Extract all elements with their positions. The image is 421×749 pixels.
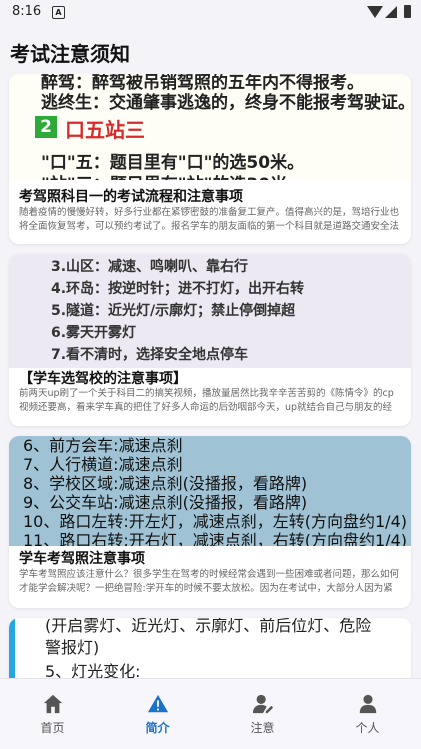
article-title[interactable]: 【学车选驾校的注意事项】 (19, 368, 187, 388)
article-summary: 随着疫情的慢慢好转，好多行业都在紧锣密鼓的准备复工复产。值得高兴的是，驾培行业也… (19, 207, 400, 232)
person-icon (359, 694, 377, 714)
article-title[interactable]: 考驾照科目一的考试流程和注意事项 (19, 186, 243, 206)
tab-label: 简介 (145, 721, 170, 735)
thumb-text-line: 3.山区：减速、鸣喇叭、靠右行 (51, 259, 249, 275)
tab-notes[interactable]: 注意 (210, 679, 315, 749)
article-thumbnail: (开启雾灯、近光灯、示廓灯、前后位灯、危险 警报灯) 5、灯光变化: (9, 618, 411, 678)
thumb-text-line: 11、路口右转:开右灯，减速点刹，右转(方向盘约1/4) (23, 531, 407, 546)
battery-icon (404, 5, 411, 18)
article-thumbnail: 3.山区：减速、鸣喇叭、靠右行 4.环岛：按逆时针；进不打灯，出开右转 5.隧道… (9, 254, 411, 368)
article-card[interactable]: 3.山区：减速、鸣喇叭、靠右行 4.环岛：按逆时针；进不打灯，出开右转 5.隧道… (9, 254, 411, 426)
thumb-text-line: 5、灯光变化: (45, 662, 141, 678)
home-icon (43, 694, 63, 714)
notification-icon: A (52, 6, 65, 19)
section-number-badge: 2 (35, 116, 57, 138)
tab-intro[interactable]: 简介 (105, 679, 210, 749)
article-title[interactable]: 学车考驾照注意事项 (19, 548, 145, 568)
thumb-text-line: 4.环岛：按逆时针；进不打灯，出开右转 (51, 281, 305, 297)
warning-icon (147, 694, 169, 713)
tab-label: 首页 (40, 721, 65, 735)
tab-home[interactable]: 首页 (0, 679, 105, 749)
bottom-tab-bar: 首页 简介 注意 个人 (0, 678, 421, 749)
thumb-text-line: 警报灯) (45, 638, 100, 657)
article-summary: 前两天up刷了一个关于科目二的搞笑视频，播放量居然比我辛辛苦苦剪的《陈情令》的c… (19, 388, 394, 413)
article-card[interactable]: 6、前方会车:减速点刹 7、人行横道:减速点刹 8、学校区域:减速点刹(没播报，… (9, 436, 411, 608)
article-thumbnail: 醉驾：醉驾被吊销驾照的五年内不得报考。 逃终生：交通肇事逃逸的，终身不能报考驾驶… (9, 74, 411, 180)
article-thumbnail: 6、前方会车:减速点刹 7、人行横道:减速点刹 8、学校区域:减速点刹(没播报，… (9, 436, 411, 546)
thumb-text-line: 逃终生：交通肇事逃逸的，终身不能报考驾驶证。 (41, 93, 411, 113)
thumb-text-line: 6.雾天开雾灯 (51, 325, 137, 341)
status-bar: 8:16 A (0, 0, 421, 26)
status-time: 8:16 (12, 4, 42, 19)
thumb-text-line: "站"三：题目里有"站"的选30米。 (41, 170, 304, 180)
thumb-section-title: 口五站三 (65, 118, 145, 142)
thumb-text-line: 7.看不清时，选择安全地点停车 (51, 347, 249, 363)
thumb-text-line: 5.隧道：近光灯/示廓灯；禁止停倒掉超 (51, 303, 296, 319)
tab-label: 注意 (250, 721, 275, 735)
article-summary: 学车考驾照应该注意什么？很多学生在驾考的时候经常会遇到一些困难或者问题，那么如何… (19, 569, 400, 594)
article-card[interactable]: (开启雾灯、近光灯、示廓灯、前后位灯、危险 警报灯) 5、灯光变化: (9, 618, 411, 678)
tab-label: 个人 (355, 721, 380, 735)
user-edit-icon (252, 694, 274, 714)
article-feed[interactable]: 醉驾：醉驾被吊销驾照的五年内不得报考。 逃终生：交通肇事逃逸的，终身不能报考驾驶… (0, 74, 421, 678)
signal-icon (385, 6, 397, 18)
page-title: 考试注意须知 (10, 42, 130, 66)
tab-profile[interactable]: 个人 (315, 679, 420, 749)
page-header: 考试注意须知 (0, 26, 421, 74)
wifi-icon (367, 6, 383, 18)
article-card[interactable]: 醉驾：醉驾被吊销驾照的五年内不得报考。 逃终生：交通肇事逃逸的，终身不能报考驾驶… (9, 74, 411, 244)
